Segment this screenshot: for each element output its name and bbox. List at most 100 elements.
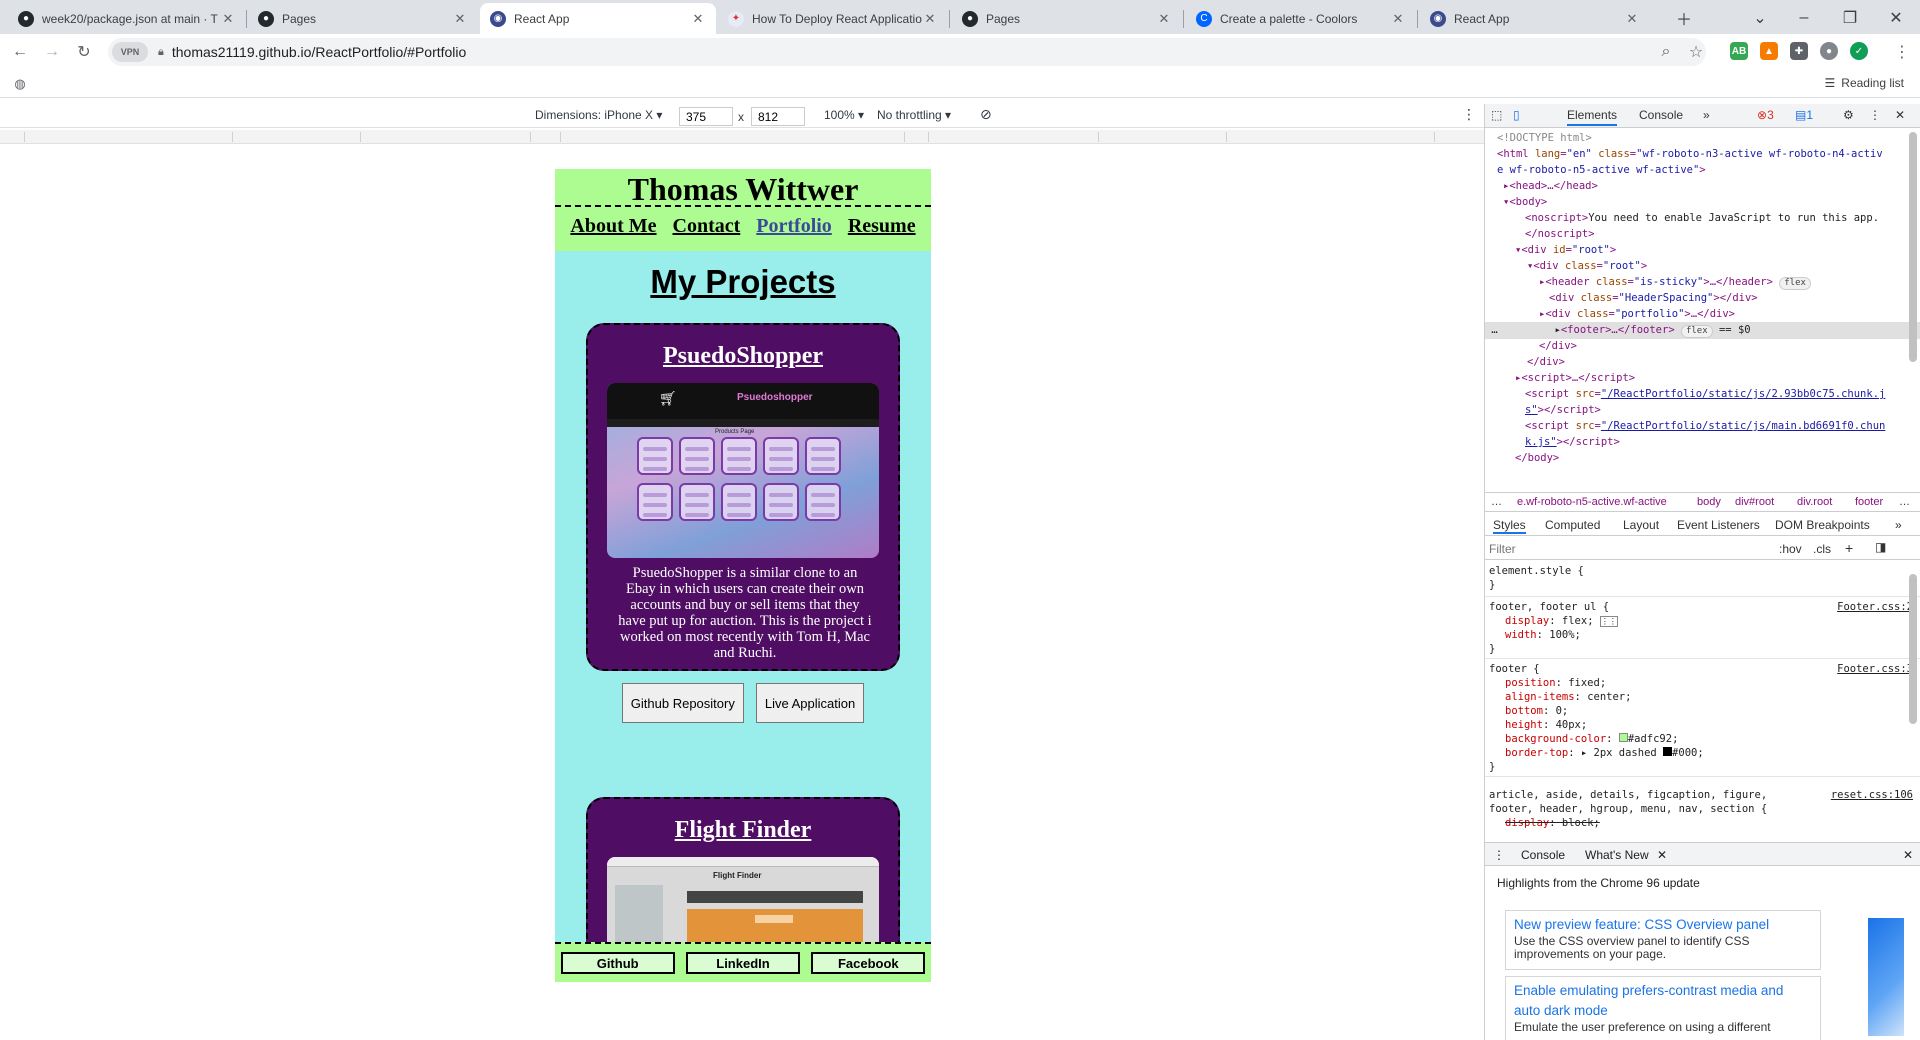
rotate-icon[interactable]: ⊘ — [980, 106, 992, 123]
styles-pane[interactable]: element.style { } footer, footer ul { Fo… — [1485, 562, 1920, 784]
color-swatch[interactable] — [1618, 733, 1628, 742]
css-declaration[interactable]: position: fixed; — [1505, 676, 1606, 690]
drawer-tab-whats-new[interactable]: What's New — [1585, 848, 1649, 862]
dom-node[interactable]: ▸<div class="portfolio">…</div> — [1539, 306, 1920, 323]
back-icon[interactable]: ← — [8, 40, 32, 64]
extensions-puzzle-icon[interactable]: ✚ — [1790, 42, 1808, 60]
source-link[interactable]: Footer.css:3 — [1837, 662, 1913, 676]
message-count-badge[interactable]: ▤1 — [1795, 108, 1813, 122]
css-declaration[interactable]: align-items: center; — [1505, 690, 1631, 704]
project-title[interactable]: Flight Finder — [588, 817, 898, 844]
add-rule-icon[interactable]: + — [1845, 540, 1853, 556]
nav-resume[interactable]: Resume — [848, 215, 916, 238]
github-repository-button[interactable]: Github Repository — [621, 683, 744, 723]
project-title[interactable]: PsuedoShopper — [588, 343, 898, 370]
browser-tab[interactable]: C Create a palette - Coolors ✕ — [1186, 3, 1416, 34]
drawer-close-icon[interactable]: ✕ — [1903, 848, 1913, 862]
devtools-close-icon[interactable]: ✕ — [1895, 108, 1905, 122]
nav-about-me[interactable]: About Me — [570, 215, 656, 238]
breadcrumb-item[interactable]: div#root — [1735, 496, 1774, 508]
browser-tab[interactable]: ● week20/package.json at main · T ✕ — [8, 3, 246, 34]
tab-event-listeners[interactable]: Event Listeners — [1677, 518, 1760, 532]
dom-node[interactable]: ▾<div id="root"> — [1515, 242, 1920, 259]
dom-node[interactable]: <script src="/ReactPortfolio/static/js/2… — [1525, 386, 1920, 403]
tab-styles[interactable]: Styles — [1493, 518, 1526, 534]
filter-input[interactable] — [1489, 540, 1709, 558]
css-selector[interactable]: footer { — [1489, 662, 1540, 676]
css-declaration[interactable]: border-top: ▸ 2px dashed #000; — [1505, 746, 1704, 760]
address-bar[interactable]: VPN 🔒︎ thomas21119.github.io/ReactPortfo… — [108, 38, 1706, 66]
dom-node[interactable]: <div class="HeaderSpacing"></div> — [1549, 290, 1920, 307]
device-toggle-icon[interactable]: ▯ — [1513, 108, 1520, 122]
tab-search-icon[interactable]: ⌄ — [1748, 6, 1772, 30]
css-declaration[interactable]: width: 100%; — [1505, 628, 1581, 642]
footer-facebook-button[interactable]: Facebook — [811, 952, 926, 974]
zoom-icon[interactable]: ⌕ — [1654, 40, 1678, 64]
nav-contact[interactable]: Contact — [673, 215, 741, 238]
dom-node[interactable]: <noscript>You need to enable JavaScript … — [1525, 210, 1920, 227]
hov-toggle[interactable]: :hov — [1779, 542, 1802, 556]
vpn-badge[interactable]: VPN — [112, 42, 148, 62]
height-input[interactable] — [751, 107, 805, 126]
footer-github-button[interactable]: Github — [560, 952, 675, 974]
lock-icon[interactable]: 🔒︎ — [158, 46, 164, 59]
drawer-menu-icon[interactable]: ⋮ — [1493, 848, 1505, 862]
shield-check-icon[interactable]: ✓ — [1850, 42, 1868, 60]
close-icon[interactable]: ✕ — [922, 11, 938, 27]
css-selector[interactable]: article, aside, details, figcaption, fig… — [1489, 788, 1767, 802]
css-rule[interactable]: element.style { — [1489, 564, 1584, 578]
extension-flame-icon[interactable]: ▲ — [1760, 42, 1778, 60]
close-icon[interactable]: ✕ — [1156, 11, 1172, 27]
devtools-menu-icon[interactable]: ⋮ — [1869, 108, 1881, 122]
tab-elements[interactable]: Elements — [1567, 108, 1618, 126]
breadcrumb-item[interactable]: body — [1697, 496, 1721, 508]
close-icon[interactable]: ✕ — [220, 11, 236, 27]
url-text[interactable]: thomas21119.github.io/ReactPortfolio/#Po… — [172, 44, 466, 60]
css-declaration[interactable]: bottom: 0; — [1505, 704, 1568, 718]
source-link[interactable]: Footer.css:2 — [1837, 600, 1913, 614]
extension-ab-icon[interactable]: AB — [1730, 42, 1748, 60]
tab-console[interactable]: Console — [1639, 108, 1683, 122]
tab-computed[interactable]: Computed — [1545, 518, 1600, 532]
dom-node[interactable]: e wf-roboto-n5-active wf-active"> — [1497, 162, 1920, 179]
menu-kebab-icon[interactable]: ⋮ — [1890, 40, 1914, 64]
css-selector[interactable]: footer, header, hgroup, menu, nav, secti… — [1489, 802, 1767, 816]
breadcrumb-item[interactable]: … — [1491, 496, 1502, 508]
dom-node[interactable]: ▸<script>…</script> — [1515, 370, 1920, 387]
inspect-icon[interactable]: ⬚ — [1491, 108, 1502, 122]
new-tab-button[interactable]: ＋ — [1672, 6, 1696, 30]
window-close-button[interactable]: ✕ — [1884, 6, 1908, 30]
error-count-badge[interactable]: ⊗3 — [1757, 108, 1774, 122]
dom-node[interactable]: ▸<head>…</head> — [1503, 178, 1920, 195]
dom-node[interactable]: s"></script> — [1525, 402, 1920, 419]
browser-tab-active[interactable]: ◉ React App ✕ — [480, 3, 716, 34]
dom-node[interactable]: ▾<body> — [1503, 194, 1920, 211]
dom-scrollbar[interactable] — [1909, 132, 1917, 362]
styles-scrollbar[interactable] — [1909, 574, 1917, 724]
breadcrumb-item[interactable]: footer — [1855, 496, 1883, 508]
breadcrumb-item[interactable]: div.root — [1797, 496, 1832, 508]
device-select[interactable]: Dimensions: iPhone X ▾ — [535, 108, 662, 122]
close-icon[interactable]: ✕ — [1390, 11, 1406, 27]
whats-new-link[interactable]: Enable emulating prefers-contrast media … — [1514, 981, 1812, 1021]
media-query-ruler[interactable] — [0, 130, 1484, 144]
css-selector[interactable]: footer, footer ul { — [1489, 600, 1609, 614]
source-link[interactable]: reset.css:106 — [1831, 788, 1913, 802]
close-icon[interactable]: ✕ — [1624, 11, 1640, 27]
nav-portfolio[interactable]: Portfolio — [756, 215, 832, 238]
dom-node[interactable]: <!DOCTYPE html> — [1497, 130, 1920, 147]
dom-node[interactable]: </body> — [1515, 450, 1920, 467]
cls-toggle[interactable]: .cls — [1813, 542, 1831, 556]
forward-icon[interactable]: → — [40, 40, 64, 64]
dom-node[interactable]: k.js"></script> — [1525, 434, 1920, 451]
width-input[interactable] — [679, 107, 733, 126]
live-application-button[interactable]: Live Application — [755, 683, 865, 723]
dom-node[interactable]: ▾<div class="root"> — [1527, 258, 1920, 275]
whats-new-link[interactable]: New preview feature: CSS Overview panel — [1514, 915, 1812, 935]
bookmark-star-icon[interactable]: ☆ — [1684, 40, 1708, 64]
drawer-tab-console[interactable]: Console — [1521, 848, 1565, 862]
css-declaration[interactable]: background-color: #adfc92; — [1505, 732, 1678, 746]
settings-gear-icon[interactable]: ⚙ — [1843, 108, 1854, 122]
browser-tab[interactable]: ● Pages ✕ — [952, 3, 1182, 34]
css-declaration[interactable]: display: flex; ⋮⋮ — [1505, 614, 1618, 629]
